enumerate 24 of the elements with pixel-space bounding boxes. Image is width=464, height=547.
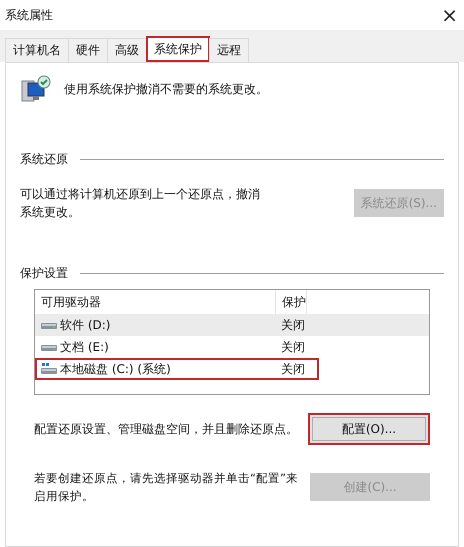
description-text: 可以通过将计算机还原到上一个还原点，撤消系统更改。 — [20, 186, 261, 221]
close-button[interactable]: × — [435, 3, 464, 27]
system-drive-icon — [41, 363, 57, 375]
drive-icon — [41, 342, 57, 352]
list-row[interactable]: 软件 (D:) 关闭 — [35, 314, 429, 336]
tab[interactable]: 计算机名 — [5, 38, 69, 62]
list-row[interactable]: 文档 (E:) 关闭 — [35, 336, 429, 358]
window-title: 系统属性 — [5, 6, 53, 24]
drive-name: 本地磁盘 (C:) (系统) — [60, 360, 171, 378]
tab[interactable]: 系统保护 — [146, 36, 210, 62]
description-text: 若要创建还原点，请先选择驱动器并单击“配置”来启用保护。 — [34, 470, 299, 505]
protection-status: 关闭 — [280, 338, 305, 356]
protection-status: 关闭 — [280, 360, 305, 378]
description-text: 配置还原设置、管理磁盘空间，并且删除还原点。 — [34, 421, 298, 438]
list-row[interactable]: 本地磁盘 (C:) (系统) 关闭 — [35, 358, 319, 380]
description-text: 使用系统保护撤消不需要的系统更改。 — [64, 80, 268, 98]
tab[interactable]: 远程 — [209, 38, 249, 62]
drive-icon — [41, 320, 57, 330]
drive-name: 软件 (D:) — [60, 316, 110, 334]
protection-status: 关闭 — [280, 316, 305, 334]
section-title: 保护设置 — [20, 265, 68, 282]
section-title: 系统还原 — [20, 151, 68, 168]
drive-name: 文档 (E:) — [60, 338, 109, 356]
configure-button[interactable]: 配置(O)... — [308, 413, 430, 445]
